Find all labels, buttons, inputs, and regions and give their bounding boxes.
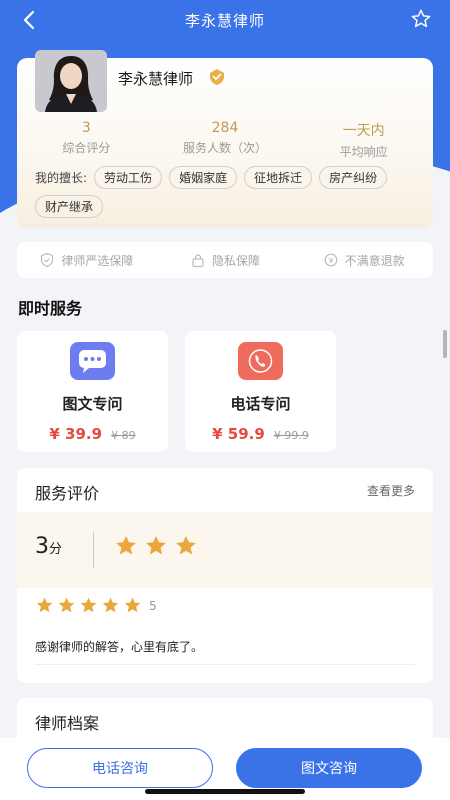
lock-icon [192, 254, 204, 268]
skill-tag: 房产纠纷 [319, 166, 388, 189]
service-price: ¥ 39.9 ¥ 89 [17, 424, 168, 443]
stat-value: 284 [211, 120, 239, 136]
reviews-title: 服务评价 [35, 484, 100, 503]
guarantee-label: 不满意退款 [344, 253, 405, 268]
guarantee-refund: 不满意退款 [294, 252, 433, 269]
stat-label: 服务人数（次） [183, 141, 268, 155]
score-stars [114, 534, 198, 558]
star-filled-icon [58, 597, 75, 613]
verified-badge-icon [210, 69, 224, 85]
service-phone-consult[interactable]: 电话专问 ¥ 59.9 ¥ 99.9 [185, 331, 336, 452]
page-title: 李永慧律师 [184, 11, 265, 30]
view-more-link[interactable]: 查看更多 [367, 482, 415, 499]
star-filled-icon [116, 536, 136, 555]
current-price: ¥ 59.9 [212, 425, 265, 443]
review-text: 感谢律师的解答，心里有底了。 [35, 640, 204, 654]
current-price: ¥ 39.9 [49, 425, 103, 443]
stat-label: 综合评分 [62, 141, 111, 155]
guarantee-label: 律师严选保障 [61, 253, 134, 268]
service-text-consult[interactable]: 图文专问 ¥ 39.9 ¥ 89 [17, 331, 168, 452]
service-name: 图文专问 [62, 395, 123, 413]
stat-served: 284 服务人数（次） [156, 120, 295, 160]
guarantee-label: 隐私保障 [212, 253, 261, 268]
skill-tag: 劳动工伤 [94, 166, 163, 189]
stat-value: 一天内 [342, 123, 385, 139]
text-consult-button[interactable]: 图文咨询 [236, 748, 422, 788]
review-star-count: 5 [149, 598, 157, 613]
star-filled-icon [176, 536, 196, 555]
skill-tag: 财产继承 [35, 195, 104, 218]
score-number: 3 [35, 534, 49, 559]
stat-label: 平均响应 [339, 145, 388, 159]
stat-response: 一天内 平均响应 [294, 120, 433, 160]
lawyer-name: 李永慧律师 [118, 70, 194, 88]
phone-icon [238, 342, 283, 380]
back-arrow-icon[interactable] [18, 8, 42, 32]
home-indicator[interactable] [145, 789, 305, 794]
refund-icon [324, 253, 338, 267]
star-filled-icon [102, 597, 119, 613]
score-value: 3分 [35, 534, 62, 559]
phone-consult-button[interactable]: 电话咨询 [27, 748, 213, 788]
star-filled-icon [146, 536, 166, 555]
scrollbar[interactable] [443, 330, 447, 358]
shield-check-icon [41, 252, 54, 268]
skill-tag: 婚姻家庭 [169, 166, 238, 189]
reviews-card: 服务评价 查看更多 3分 5 感谢律师的解答，心里有底了。 [17, 468, 433, 683]
instant-service-title: 即时服务 [18, 299, 83, 318]
skills-list: 我的擅长: 劳动工伤 婚姻家庭 征地拆迁 房产纠纷 财产继承 [35, 166, 425, 218]
star-outline-icon[interactable] [410, 8, 432, 30]
chat-bubble-icon [70, 342, 115, 380]
archive-title: 律师档案 [35, 714, 100, 733]
original-price: ¥ 89 [111, 429, 136, 442]
guarantee-privacy: 隐私保障 [156, 252, 295, 269]
original-price: ¥ 99.9 [273, 429, 309, 442]
stat-value: 3 [81, 120, 91, 136]
divider [93, 532, 94, 568]
score-unit: 分 [49, 542, 63, 557]
avatar [35, 50, 107, 112]
star-filled-icon [36, 597, 53, 613]
guarantee-bar: 律师严选保障 隐私保障 不满意退款 [17, 242, 433, 278]
overall-score: 3分 [17, 512, 433, 588]
lawyer-stats: 3 综合评分 284 服务人数（次） 一天内 平均响应 [17, 120, 433, 160]
nav-bar: 李永慧律师 [0, 0, 450, 40]
lawyer-profile-card: 李永慧律师 3 综合评分 284 服务人数（次） 一天内 平均响应 我的擅长: … [17, 50, 433, 228]
review-rating: 5 [35, 596, 157, 615]
divider [35, 664, 415, 665]
skill-tag: 征地拆迁 [244, 166, 313, 189]
service-price: ¥ 59.9 ¥ 99.9 [185, 424, 336, 443]
stat-rating: 3 综合评分 [17, 120, 156, 160]
star-filled-icon [80, 597, 97, 613]
skills-label: 我的擅长: [35, 171, 88, 185]
service-name: 电话专问 [230, 395, 291, 413]
guarantee-selected: 律师严选保障 [17, 252, 156, 269]
star-filled-icon [124, 597, 141, 613]
